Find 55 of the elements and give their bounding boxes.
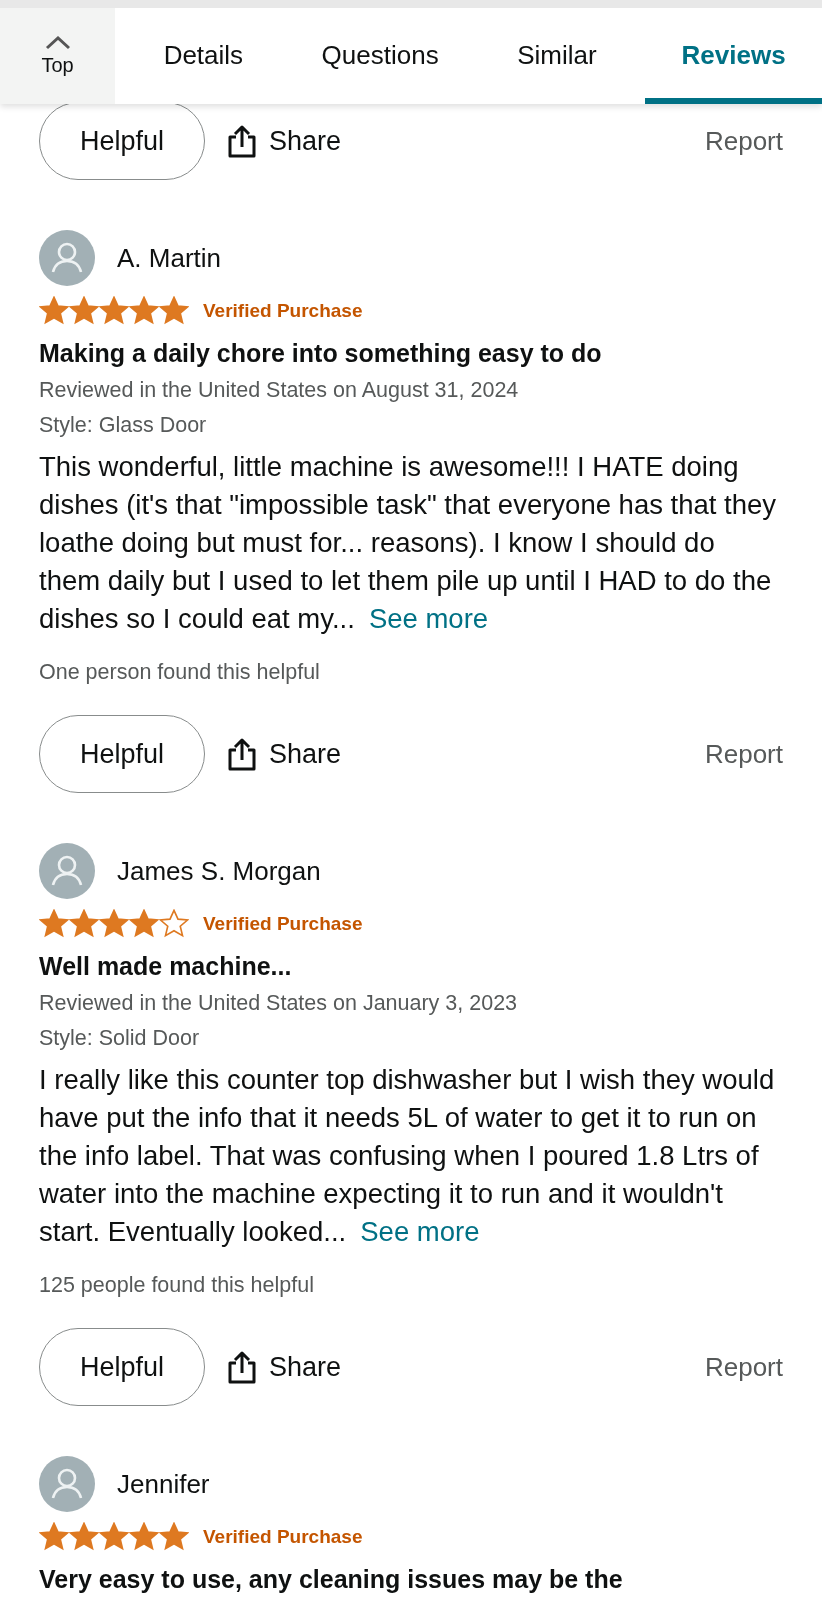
- avatar-icon: [39, 230, 95, 286]
- star-icon: [159, 296, 189, 325]
- star-icon: [69, 296, 99, 325]
- star-icon: [99, 1522, 129, 1551]
- star-icon: [129, 1522, 159, 1551]
- star-icon: [159, 909, 189, 938]
- report-link[interactable]: Report: [704, 1351, 783, 1383]
- share-button[interactable]: Share: [227, 124, 342, 158]
- star-icon: [39, 1522, 69, 1551]
- review-title[interactable]: Making a daily chore into something easy to do: [39, 339, 783, 368]
- share-button[interactable]: Share: [227, 1350, 342, 1384]
- style-label: Style: Solid Door: [39, 1026, 201, 1051]
- tab[interactable]: Questions: [291, 8, 469, 104]
- review-title[interactable]: Well made machine...: [39, 952, 783, 981]
- star-icon: [129, 909, 159, 938]
- helpful-button[interactable]: Helpful: [39, 715, 205, 793]
- see-more-link[interactable]: See more: [360, 1216, 480, 1247]
- star-icon: [129, 296, 159, 325]
- verified-purchase-label: Verified Purchase: [203, 299, 363, 322]
- star-icon: [99, 909, 129, 938]
- tab[interactable]: Details: [115, 8, 292, 104]
- reviewer-name: A. Martin: [117, 242, 222, 274]
- chevron-up-icon: [44, 35, 71, 50]
- avatar-icon: [39, 843, 95, 899]
- report-link[interactable]: Report: [704, 738, 783, 770]
- star-icon: [69, 1522, 99, 1551]
- star-icon: [39, 296, 69, 325]
- star-icon: [159, 1522, 189, 1551]
- helpful-count: 125 people found this helpful: [39, 1273, 315, 1298]
- helpful-button[interactable]: Helpful: [39, 102, 205, 180]
- share-icon: [227, 124, 257, 158]
- top-button[interactable]: Top: [0, 8, 115, 104]
- star-icon: [69, 909, 99, 938]
- review-text: This wonderful, little machine is awesome!!! I HATE doing dishes (it's that "impossible task" that everyone has that they loathe doing but must for... reasons). I know I should do them daily but I used to let them pile up until I HAD to do the dishes so I could eat my... See more: [39, 450, 778, 636]
- reviewer-name: James S. Morgan: [117, 855, 321, 887]
- star-icon: [99, 296, 129, 325]
- reviewer-name: Jennifer: [117, 1468, 210, 1500]
- share-icon: [227, 737, 257, 771]
- verified-purchase-label: Verified Purchase: [203, 1525, 363, 1548]
- avatar-icon: [39, 1456, 95, 1512]
- style-label: Style: Glass Door: [39, 413, 208, 438]
- helpful-button[interactable]: Helpful: [39, 1328, 205, 1406]
- tab[interactable]: Reviews: [645, 8, 822, 104]
- verified-purchase-label: Verified Purchase: [203, 912, 363, 935]
- review-date: Reviewed in the United States on January 3, 2023: [39, 991, 519, 1016]
- review-date: Reviewed in the United States on August 31, 2024: [39, 378, 520, 403]
- review-text: I really like this counter top dishwasher but I wish they would have put the info that it needs 5L of water to get it to run on the info label. That was confusing when I poured 1.8 Ltrs of water into the machine expecting it to run and it wouldn't start. Eventually looked... See more: [39, 1063, 776, 1249]
- report-link[interactable]: Report: [704, 125, 783, 157]
- see-more-link[interactable]: See more: [368, 603, 489, 634]
- review-title[interactable]: Very easy to use, any cleaning issues may be the: [39, 1565, 783, 1594]
- tab[interactable]: Similar: [468, 8, 646, 104]
- share-button[interactable]: Share: [227, 737, 342, 771]
- star-icon: [39, 909, 69, 938]
- share-icon: [227, 1350, 257, 1384]
- helpful-count: One person found this helpful: [39, 660, 321, 685]
